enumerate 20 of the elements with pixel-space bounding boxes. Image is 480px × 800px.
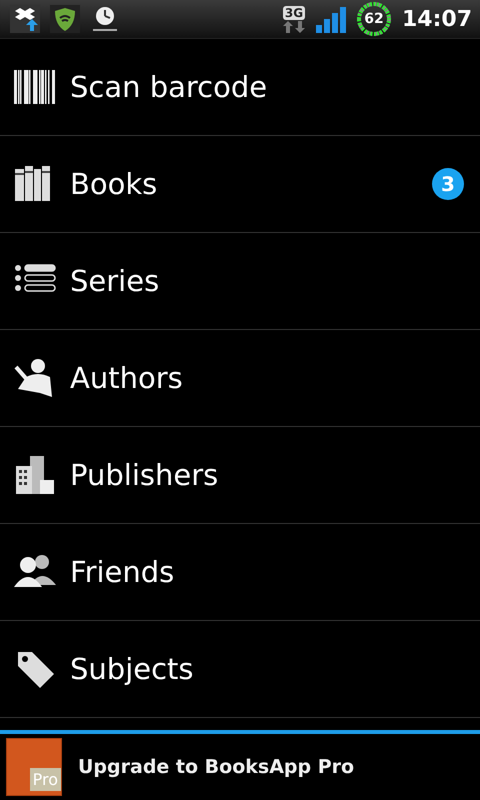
menu-item[interactable]: Subjects [0, 621, 480, 718]
menu-item[interactable]: Authors [0, 330, 480, 427]
network-type: 3G [282, 6, 306, 20]
menu-item[interactable]: Friends [0, 524, 480, 621]
clock-icon [90, 5, 120, 33]
clock-time: 14:07 [402, 6, 472, 32]
upgrade-banner[interactable]: Pro Upgrade to BooksApp Pro [0, 730, 480, 800]
count-badge: 3 [432, 168, 464, 200]
data-arrows-icon [282, 20, 306, 32]
signal-icon [316, 5, 346, 33]
battery-ring-icon [356, 1, 392, 37]
menu-item[interactable]: Books 3 [0, 136, 480, 233]
app-icon: Pro [6, 738, 62, 796]
menu-item[interactable]: Series [0, 233, 480, 330]
battery-level: 62 [364, 11, 384, 27]
menu-item[interactable]: Publishers [0, 427, 480, 524]
box-upload-icon [10, 5, 40, 33]
upgrade-text: Upgrade to BooksApp Pro [78, 756, 354, 778]
menu-item[interactable]: Scan barcode [0, 39, 480, 136]
shield-icon [50, 5, 80, 33]
